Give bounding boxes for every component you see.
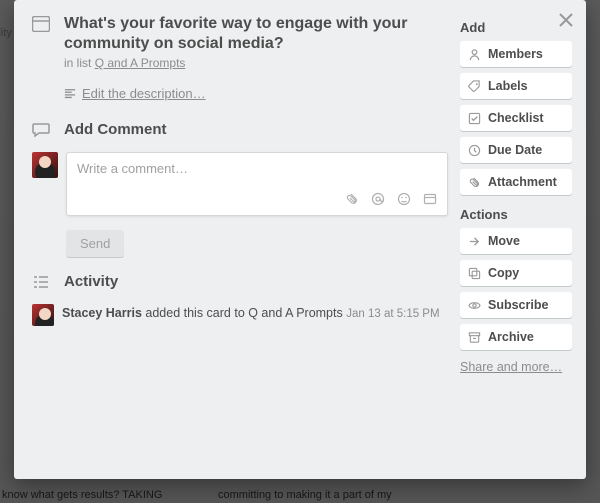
attachment-button[interactable]: Attachment — [460, 169, 572, 195]
archive-icon — [468, 331, 481, 344]
clock-icon — [468, 144, 481, 157]
activity-time: Jan 13 at 5:15 PM — [346, 308, 439, 320]
avatar[interactable] — [32, 304, 54, 326]
card-ref-icon[interactable] — [423, 192, 437, 209]
edit-description-link[interactable]: Edit the description… — [64, 86, 206, 101]
copy-icon — [468, 267, 481, 280]
activity-icon — [32, 273, 54, 294]
subscribe-button[interactable]: Subscribe — [460, 292, 572, 318]
checklist-icon — [468, 112, 481, 125]
activity-heading: Activity — [64, 273, 118, 294]
move-button[interactable]: Move — [460, 228, 572, 254]
mention-icon[interactable] — [371, 192, 385, 209]
comment-input[interactable] — [77, 161, 437, 176]
avatar[interactable] — [32, 152, 58, 178]
card-list-location: in list Q and A Prompts — [64, 56, 185, 70]
attachment-icon — [468, 176, 481, 189]
labels-button[interactable]: Labels — [460, 73, 572, 99]
align-left-icon — [64, 88, 76, 100]
list-name-link[interactable]: Q and A Prompts — [95, 56, 186, 70]
person-icon — [468, 48, 481, 61]
activity-user[interactable]: Stacey Harris — [62, 306, 142, 320]
actions-heading: Actions — [460, 207, 572, 222]
activity-entry: Stacey Harris added this card to Q and A… — [32, 304, 448, 326]
share-more-link[interactable]: Share and more… — [460, 360, 562, 374]
tag-icon — [468, 80, 481, 93]
comment-icon — [32, 121, 54, 142]
card-title[interactable]: What's your favorite way to engage with … — [64, 14, 428, 54]
arrow-right-icon — [468, 235, 481, 248]
add-comment-heading: Add Comment — [64, 121, 167, 142]
close-icon[interactable] — [556, 10, 576, 30]
due-date-button[interactable]: Due Date — [460, 137, 572, 163]
attachment-icon[interactable] — [345, 192, 359, 209]
eye-icon — [468, 299, 481, 312]
checklist-button[interactable]: Checklist — [460, 105, 572, 131]
members-button[interactable]: Members — [460, 41, 572, 67]
card-sidebar: Add Members Labels Checklist Due Date At… — [458, 0, 586, 479]
send-button[interactable]: Send — [66, 230, 124, 257]
card-modal: What's your favorite way to engage with … — [14, 0, 586, 479]
archive-button[interactable]: Archive — [460, 324, 572, 350]
copy-button[interactable]: Copy — [460, 260, 572, 286]
emoji-icon[interactable] — [397, 192, 411, 209]
comment-box[interactable] — [66, 152, 448, 216]
card-main-column: What's your favorite way to engage with … — [14, 0, 458, 479]
card-icon — [32, 14, 54, 70]
activity-action: added this card to Q and A Prompts — [142, 306, 346, 320]
